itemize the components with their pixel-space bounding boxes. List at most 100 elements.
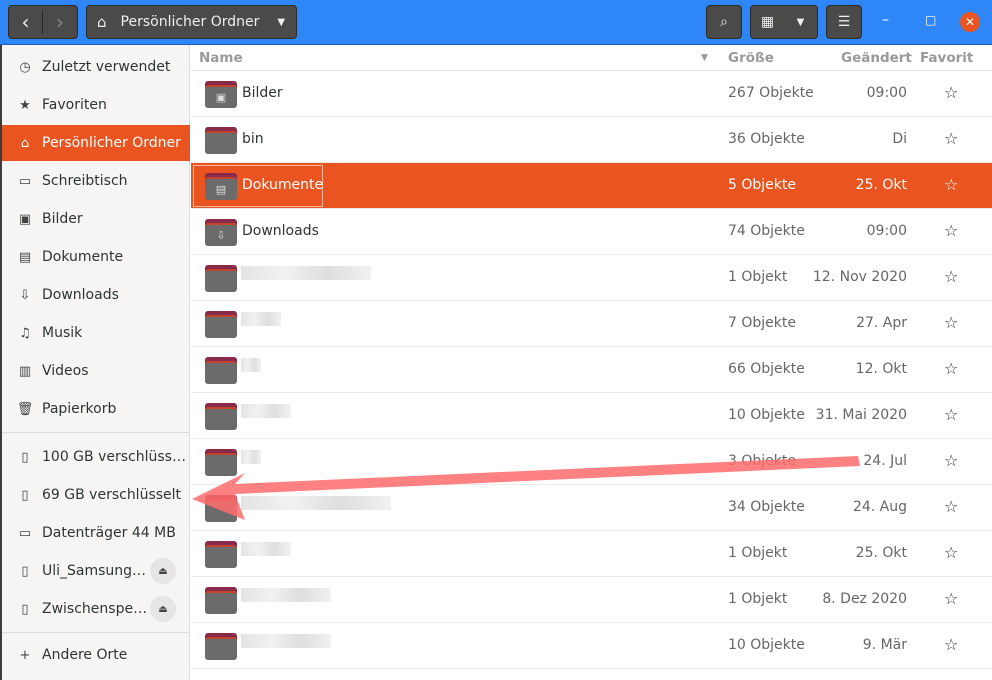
sidebar-item[interactable]: ⇩ Downloads — [2, 277, 190, 313]
file-row[interactable]: 34 Objekte 24. Aug ☆ — [191, 485, 992, 531]
star-icon[interactable]: ☆ — [944, 313, 958, 332]
star-icon[interactable]: ☆ — [944, 175, 958, 194]
file-size: 3 Objekte — [728, 453, 796, 469]
sidebar-item[interactable]: ♫ Musik — [2, 315, 190, 351]
star-icon[interactable]: ☆ — [944, 83, 958, 102]
minimize-button[interactable]: – — [882, 12, 889, 28]
nav-buttons: ‹ › — [8, 5, 78, 39]
star-icon[interactable]: ☆ — [944, 405, 958, 424]
star-icon: ★ — [19, 97, 31, 113]
file-row[interactable]: 1 Objekt 25. Okt ☆ — [191, 531, 992, 577]
file-row[interactable]: 1 Objekt 12. Nov 2020 ☆ — [191, 255, 992, 301]
file-row[interactable]: 66 Objekte 12. Okt ☆ — [191, 347, 992, 393]
blurred-file-name — [241, 312, 281, 326]
sidebar-device[interactable]: ▯ Zwischenspe… ⏏ — [2, 591, 190, 627]
sort-icon: ▼ — [701, 53, 708, 63]
sidebar-device[interactable]: ▭ Datenträger 44 MB — [2, 515, 190, 551]
file-modified: Di — [892, 131, 907, 147]
sidebar-item[interactable]: ▤ Dokumente — [2, 239, 190, 275]
file-row[interactable]: 10 Objekte 31. Mai 2020 ☆ — [191, 393, 992, 439]
eject-button[interactable]: ⏏ — [150, 596, 176, 622]
drive-icon: ▯ — [21, 563, 29, 579]
file-size: 74 Objekte — [728, 223, 805, 239]
star-icon[interactable]: ☆ — [944, 359, 958, 378]
file-row[interactable]: ▤ Dokumente 5 Objekte 25. Okt ☆ — [191, 163, 992, 209]
plus-icon: + — [19, 647, 31, 663]
star-icon[interactable]: ☆ — [944, 497, 958, 516]
sidebar-item[interactable]: ⌂ Persönlicher Ordner — [2, 125, 190, 161]
search-button[interactable]: ⌕ — [706, 5, 742, 39]
sidebar-item[interactable]: 🗑 Papierkorb — [2, 391, 190, 427]
file-modified: 25. Okt — [855, 177, 907, 193]
sidebar-item[interactable]: ▭ Schreibtisch — [2, 163, 190, 199]
folder-icon — [205, 265, 237, 292]
sidebar-item[interactable]: ◷ Zuletzt verwendet — [2, 49, 190, 85]
star-icon[interactable]: ☆ — [944, 129, 958, 148]
forward-button[interactable]: › — [43, 10, 77, 34]
sidebar-item[interactable]: ▣ Bilder — [2, 201, 190, 237]
blurred-file-name — [241, 450, 261, 464]
star-icon[interactable]: ☆ — [944, 543, 958, 562]
folder-icon — [205, 633, 237, 660]
sidebar-device[interactable]: ▯ Uli_Samsung… ⏏ — [2, 553, 190, 589]
file-row[interactable]: ▣ Bilder 267 Objekte 09:00 ☆ — [191, 71, 992, 117]
file-modified: 31. Mai 2020 — [815, 407, 907, 423]
back-button[interactable]: ‹ — [9, 10, 44, 34]
divider — [2, 432, 190, 433]
column-size[interactable]: Größe — [728, 50, 774, 66]
star-icon[interactable]: ☆ — [944, 221, 958, 240]
folder-icon — [205, 541, 237, 568]
maximize-button[interactable]: □ — [925, 13, 936, 27]
file-modified: 24. Aug — [852, 499, 907, 515]
star-icon[interactable]: ☆ — [944, 589, 958, 608]
column-favorite[interactable]: Favorit — [920, 50, 973, 66]
star-icon[interactable]: ☆ — [944, 635, 958, 654]
folder-icon — [205, 495, 237, 522]
path-bar-button[interactable]: ⌂ Persönlicher Ordner ▼ — [86, 5, 297, 39]
sidebar-item[interactable]: ★ Favoriten — [2, 87, 190, 123]
sidebar: ◷ Zuletzt verwendet ★ Favoriten ⌂ Persönliche… — [0, 45, 190, 680]
view-toggle-button[interactable]: ▦ ▼ — [750, 5, 818, 39]
chevron-down-icon: ▼ — [796, 16, 805, 28]
file-row[interactable]: 7 Objekte 27. Apr ☆ — [191, 301, 992, 347]
sidebar-item[interactable]: ▥ Videos — [2, 353, 190, 389]
sidebar-other-locations[interactable]: + Andere Orte — [2, 637, 190, 673]
image-icon: ▣ — [18, 211, 32, 227]
folder-icon: ▣ — [205, 81, 237, 108]
close-button[interactable]: ✕ — [960, 12, 980, 32]
search-icon: ⌕ — [720, 14, 728, 30]
menu-button[interactable]: ☰ — [826, 5, 862, 39]
home-icon: ⌂ — [97, 13, 107, 31]
drive-icon: ▯ — [21, 449, 29, 465]
blurred-file-name — [241, 634, 331, 648]
file-row[interactable]: ⇩ Downloads 74 Objekte 09:00 ☆ — [191, 209, 992, 255]
sidebar-device[interactable]: ▯ 69 GB verschlüsselt — [2, 477, 190, 513]
folder-icon — [205, 449, 237, 476]
eject-button[interactable]: ⏏ — [150, 558, 176, 584]
file-size: 36 Objekte — [728, 131, 805, 147]
file-modified: 9. Mär — [862, 637, 907, 653]
document-icon: ▤ — [18, 249, 32, 265]
file-name: Dokumente — [242, 177, 324, 193]
star-icon[interactable]: ☆ — [944, 267, 958, 286]
file-modified: 09:00 — [866, 85, 907, 101]
blurred-file-name — [241, 542, 291, 556]
sidebar-device[interactable]: ▯ 100 GB verschlüss… — [2, 439, 190, 475]
drive-icon: ▯ — [21, 601, 29, 617]
header-bar: ‹ › ⌂ Persönlicher Ordner ▼ ⌕ ▦ ▼ ☰ – □ ✕ — [0, 0, 992, 45]
file-size: 7 Objekte — [728, 315, 796, 331]
file-size: 10 Objekte — [728, 637, 805, 653]
grid-icon: ▦ — [760, 14, 775, 30]
column-name[interactable]: Name — [199, 50, 243, 66]
column-modified[interactable]: Geändert — [841, 50, 912, 66]
file-size: 66 Objekte — [728, 361, 805, 377]
folder-icon — [205, 311, 237, 338]
file-row[interactable]: 3 Objekte 24. Jul ☆ — [191, 439, 992, 485]
star-icon[interactable]: ☆ — [944, 451, 958, 470]
folder-icon: ⇩ — [205, 219, 237, 246]
trash-icon: 🗑 — [16, 401, 34, 417]
folder-icon — [205, 403, 237, 430]
file-row[interactable]: 1 Objekt 8. Dez 2020 ☆ — [191, 577, 992, 623]
file-row[interactable]: 10 Objekte 9. Mär ☆ — [191, 623, 992, 669]
file-row[interactable]: bin 36 Objekte Di ☆ — [191, 117, 992, 163]
